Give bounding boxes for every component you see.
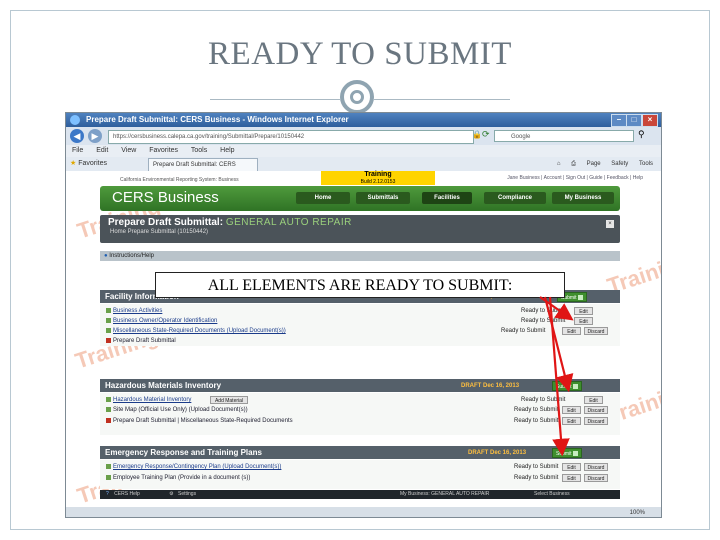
arrow-to-emergency-submit — [548, 296, 570, 457]
arrow-to-facility-submit — [539, 296, 574, 321]
callout-arrows — [539, 296, 574, 457]
